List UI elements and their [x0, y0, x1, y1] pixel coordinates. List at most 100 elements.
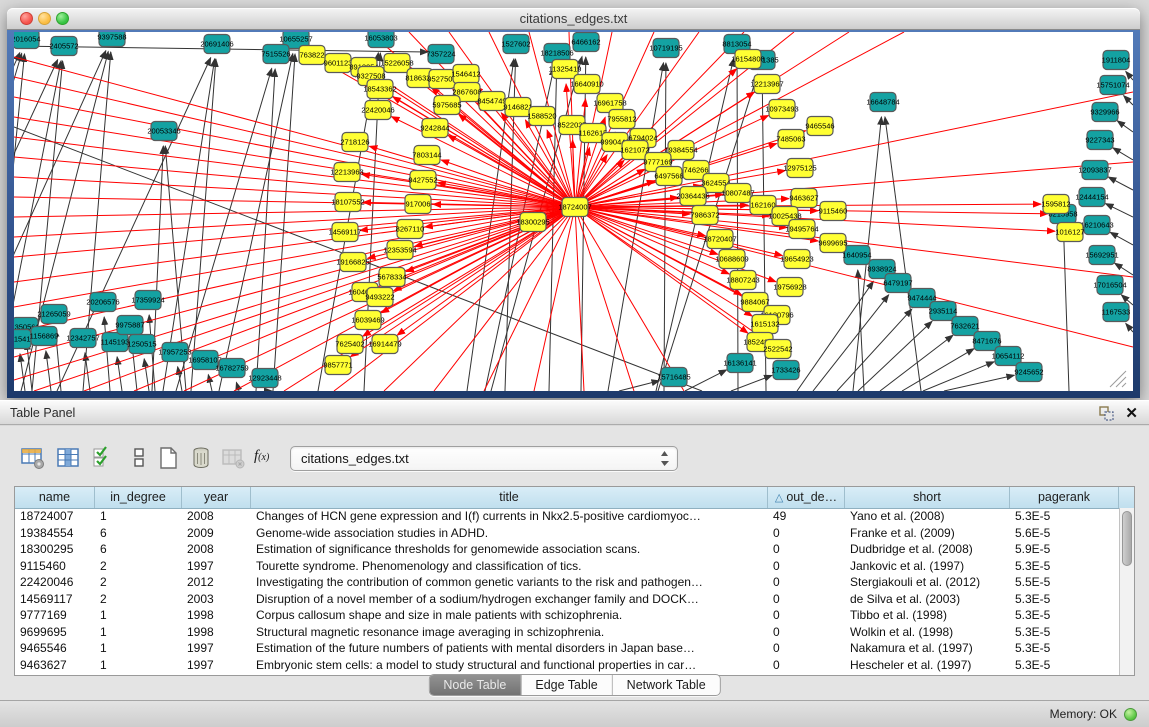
- network-node-label: 18218506: [540, 49, 573, 58]
- network-node-label: 18807243: [726, 276, 759, 285]
- column-header-short[interactable]: short: [845, 487, 1010, 508]
- network-node-label: 1156869: [30, 332, 59, 341]
- table-row[interactable]: 2242004622012Investigating the contribut…: [15, 574, 1119, 591]
- table-row[interactable]: 969969511998Structural magnetic resonanc…: [15, 624, 1119, 641]
- table-cell: Estimation of the future numbers of pati…: [251, 640, 768, 657]
- network-node-label: 9242844: [420, 124, 449, 133]
- column-header-pagerank[interactable]: pagerank: [1010, 487, 1119, 508]
- network-edge: [575, 207, 1133, 347]
- table-row[interactable]: 1938455462009Genome-wide association stu…: [15, 525, 1119, 542]
- table-cell: Hescheler et al. (1997): [845, 657, 1010, 674]
- window-minimize-button[interactable]: [38, 12, 51, 25]
- scrollbar-thumb[interactable]: [1122, 511, 1132, 566]
- table-cell: 0: [768, 558, 845, 575]
- table-cell: 5.3E-5: [1010, 657, 1119, 674]
- table-cell: 18724007: [15, 508, 95, 525]
- network-node-label: 2522542: [763, 345, 792, 354]
- network-node-label: 763822: [299, 51, 324, 60]
- column-header-out_de[interactable]: △out_de…: [768, 487, 845, 508]
- memory-status-indicator[interactable]: [1124, 708, 1137, 721]
- float-window-icon[interactable]: [1098, 405, 1115, 422]
- table-cell: Wolkin et al. (1998): [845, 624, 1010, 641]
- table-row[interactable]: 977716911998Corpus callosum shape and si…: [15, 607, 1119, 624]
- network-node-label: 12213967: [750, 80, 783, 89]
- show-columns-icon[interactable]: [55, 445, 81, 471]
- network-edge: [1116, 377, 1126, 387]
- network-node-label: 9227343: [1085, 136, 1114, 145]
- network-node-label: 10688609: [715, 255, 748, 264]
- tab-network-table[interactable]: Network Table: [612, 675, 720, 695]
- table-cell: 19384554: [15, 525, 95, 542]
- network-node-label: 1167533: [1102, 308, 1131, 317]
- select-rows-icon[interactable]: [90, 445, 116, 471]
- window-close-button[interactable]: [20, 12, 33, 25]
- attribute-table: namein_degreeyeartitle△out_de…shortpager…: [14, 486, 1135, 676]
- table-cell: 1: [95, 657, 182, 674]
- table-cell: Tibbo et al. (1998): [845, 607, 1010, 624]
- import-table-icon[interactable]: [220, 445, 246, 471]
- table-row[interactable]: 946554611997Estimation of the future num…: [15, 640, 1119, 657]
- table-selector-value: citations_edges.txt: [301, 447, 409, 470]
- merge-rows-icon[interactable]: [126, 445, 152, 471]
- network-node-label: 16782759: [215, 364, 248, 373]
- network-node-label: 16154808: [731, 55, 764, 64]
- network-view-frame: 2016054240557293975882069140610655257751…: [7, 30, 1140, 398]
- table-row[interactable]: 1830029562008Estimation of significance …: [15, 541, 1119, 558]
- table-options-icon[interactable]: [20, 445, 46, 471]
- column-header-title[interactable]: title: [251, 487, 768, 508]
- network-edge: [797, 281, 873, 391]
- network-edge: [575, 92, 1133, 207]
- network-canvas[interactable]: 2016054240557293975882069140610655257751…: [14, 32, 1133, 391]
- tab-edge-table[interactable]: Edge Table: [520, 675, 611, 695]
- table-cell: 1: [95, 607, 182, 624]
- network-node-label: 12213963: [330, 168, 363, 177]
- table-selector-combobox[interactable]: citations_edges.txt: [290, 446, 678, 471]
- table-cell: 1: [95, 624, 182, 641]
- table-row[interactable]: 1456911722003Disruption of a novel membe…: [15, 591, 1119, 608]
- network-node-label: 16914479: [368, 340, 401, 349]
- window-zoom-button[interactable]: [56, 12, 69, 25]
- table-row[interactable]: 911546021997Tourette syndrome. Phenomeno…: [15, 558, 1119, 575]
- table-cell: Embryonic stem cells: a model to study s…: [251, 657, 768, 674]
- column-header-name[interactable]: name: [15, 487, 95, 508]
- table-cell: 0: [768, 607, 845, 624]
- network-node-label: 17359924: [131, 296, 164, 305]
- network-window-titlebar[interactable]: citations_edges.txt: [7, 8, 1140, 30]
- table-cell: 1998: [182, 624, 251, 641]
- table-cell: 49: [768, 508, 845, 525]
- network-node-label: 15716485: [657, 373, 690, 382]
- new-table-icon[interactable]: [155, 445, 181, 471]
- table-cell: 14569117: [15, 591, 95, 608]
- table-panel: Table Panel ✕: [0, 400, 1149, 700]
- table-cell: 1998: [182, 607, 251, 624]
- network-edge: [885, 117, 921, 391]
- table-cell: 0: [768, 525, 845, 542]
- network-node-label: 15226058: [380, 59, 413, 68]
- table-cell: 6: [95, 541, 182, 558]
- network-node-label: 9465546: [805, 122, 834, 131]
- tab-node-table[interactable]: Node Table: [429, 675, 520, 695]
- black-edges: [14, 46, 1133, 391]
- table-row[interactable]: 946362711997Embryonic stem cells: a mode…: [15, 657, 1119, 674]
- close-panel-icon[interactable]: ✕: [1125, 402, 1138, 425]
- network-node-label: 20691406: [200, 40, 233, 49]
- table-cell: 1: [95, 640, 182, 657]
- network-node-label: 16053803: [364, 34, 397, 43]
- table-cell: 9777169: [15, 607, 95, 624]
- header-scroll-corner: [1119, 487, 1134, 508]
- column-header-year[interactable]: year: [182, 487, 251, 508]
- table-row[interactable]: 1872400712008Changes of HCN gene express…: [15, 508, 1119, 525]
- network-node-label: 9493222: [365, 293, 394, 302]
- column-header-in_degree[interactable]: in_degree: [95, 487, 182, 508]
- table-cell: 2008: [182, 508, 251, 525]
- delete-table-icon[interactable]: [188, 445, 214, 471]
- table-vertical-scrollbar[interactable]: [1119, 508, 1134, 675]
- table-panel-titlebar[interactable]: Table Panel ✕: [0, 400, 1149, 425]
- network-edge: [191, 59, 216, 391]
- network-node-label: 16039469: [351, 316, 384, 325]
- table-cell: Structural magnetic resonance image aver…: [251, 624, 768, 641]
- table-cell: Corpus callosum shape and size in male p…: [251, 607, 768, 624]
- table-cell: 1997: [182, 558, 251, 575]
- function-builder-icon[interactable]: f(x): [254, 448, 280, 474]
- table-cell: 0: [768, 574, 845, 591]
